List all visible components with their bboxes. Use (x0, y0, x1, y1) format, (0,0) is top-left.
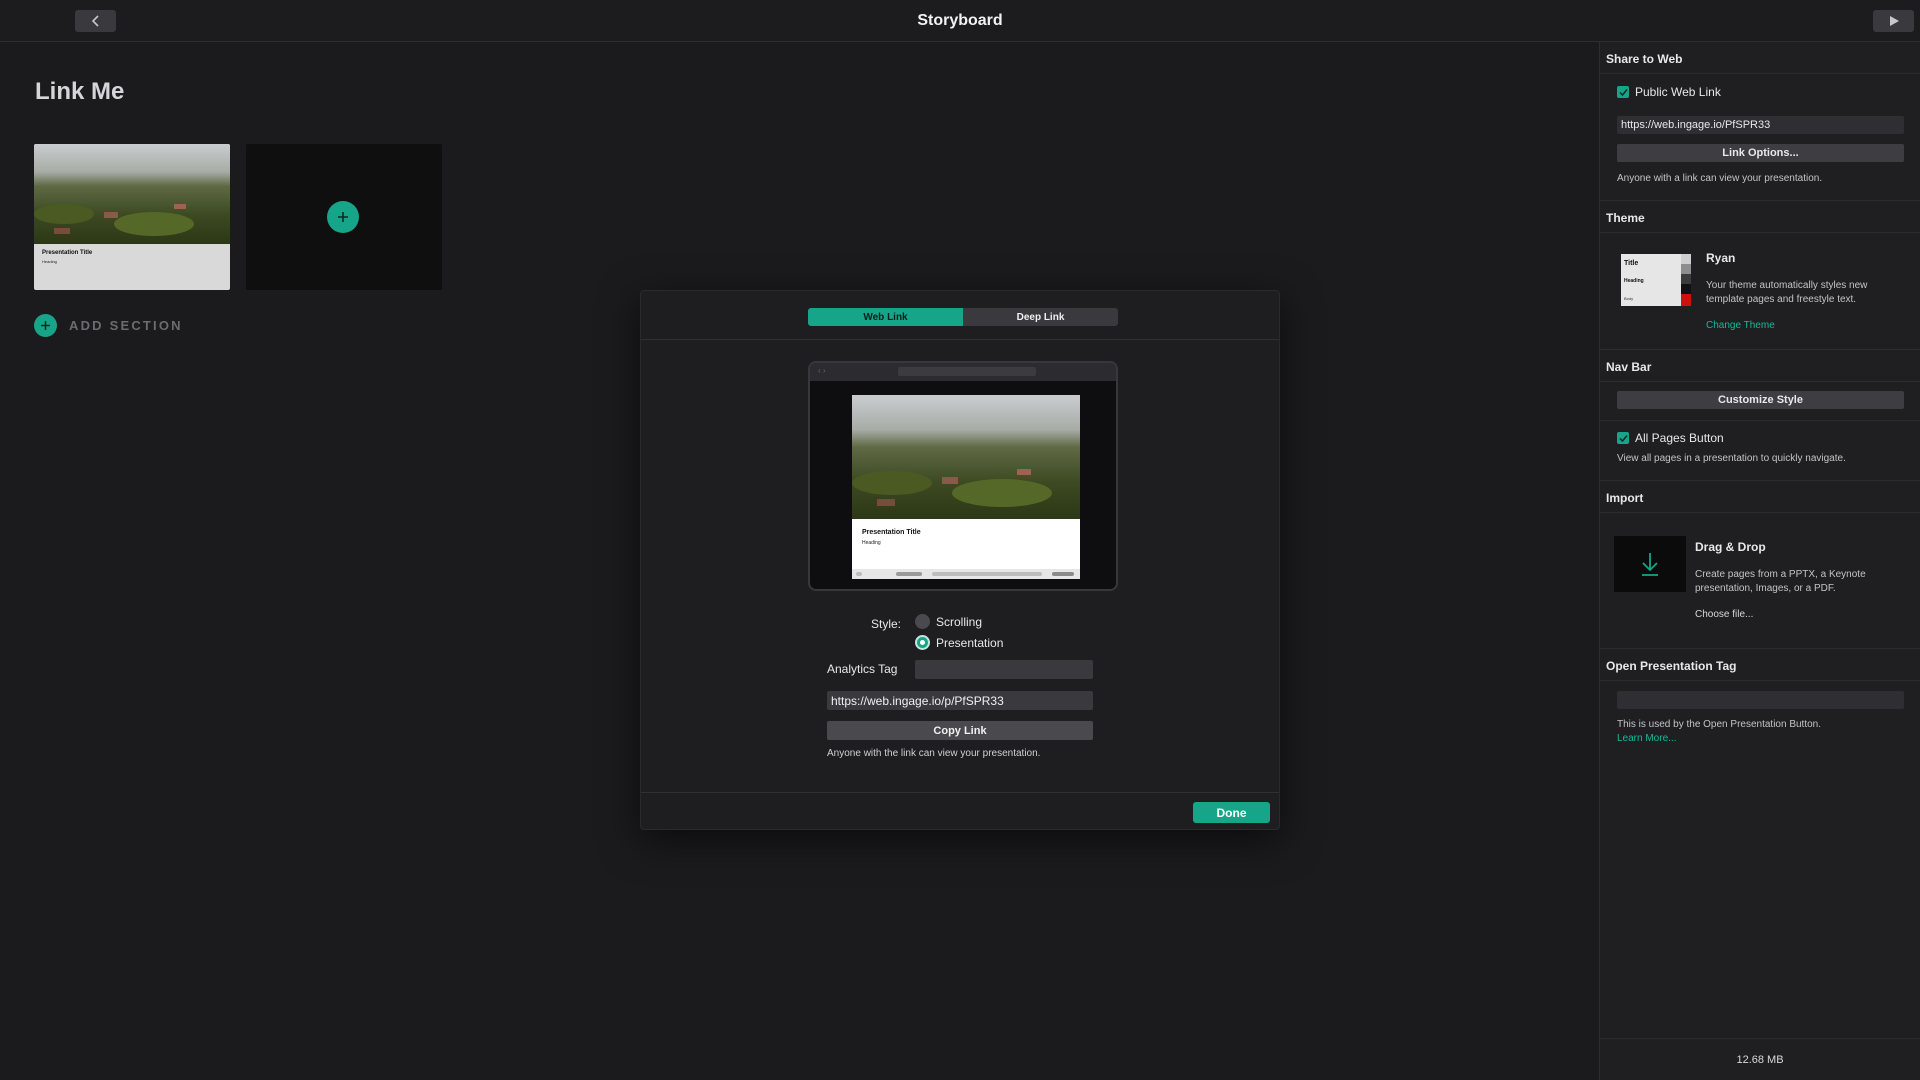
import-drop-zone[interactable] (1614, 536, 1686, 592)
style-option-presentation[interactable]: Presentation (915, 635, 1003, 650)
tab-deep-link[interactable]: Deep Link (963, 308, 1118, 326)
change-theme-link[interactable]: Change Theme (1706, 320, 1775, 331)
choose-file-link[interactable]: Choose file... (1695, 609, 1753, 620)
section-divider (1600, 480, 1920, 481)
open-presentation-tag-heading: Open Presentation Tag (1606, 659, 1737, 673)
theme-description: Your theme automatically styles new temp… (1706, 280, 1868, 305)
add-section-button[interactable]: ADD SECTION (34, 314, 183, 337)
tab-web-link[interactable]: Web Link (808, 308, 963, 326)
open-tag-note: This is used by the Open Presentation Bu… (1617, 719, 1822, 730)
theme-swatch (1681, 294, 1691, 306)
web-link-url-field[interactable]: https://web.ingage.io/p/PfSPR33 (827, 691, 1093, 710)
import-description: Create pages from a PPTX, a Keynote pres… (1695, 569, 1866, 594)
play-button[interactable] (1873, 10, 1914, 32)
browser-nav-icon: ‹ › (818, 366, 826, 375)
share-link-dialog: Web Link Deep Link ‹ › Presentation Titl… (640, 290, 1280, 830)
theme-thumbnail[interactable]: Title Heading Body (1621, 254, 1691, 306)
window-title: Storyboard (917, 12, 1003, 29)
preview-nav-bar (852, 569, 1080, 579)
section-divider (1600, 680, 1920, 681)
style-option-label: Presentation (936, 635, 1004, 650)
radio-selected-icon (915, 635, 930, 650)
theme-thumb-body: Body (1624, 296, 1634, 301)
public-web-link-label: Public Web Link (1635, 85, 1721, 99)
thumbnail-heading: Heading (42, 259, 57, 264)
theme-name: Ryan (1706, 251, 1736, 265)
section-divider (1600, 73, 1920, 74)
add-section-icon (34, 314, 57, 337)
page-thumbnail[interactable]: Presentation Title Heading (34, 144, 230, 290)
title-bar: Storyboard (0, 0, 1920, 42)
preview-slide: Presentation Title Heading (852, 395, 1080, 579)
style-label: Style: (871, 617, 902, 631)
analytics-tag-label: Analytics Tag (827, 662, 898, 676)
drag-drop-title: Drag & Drop (1695, 540, 1766, 554)
page-title[interactable]: Link Me (35, 78, 124, 106)
import-heading: Import (1606, 491, 1644, 505)
checkmark-icon (1618, 434, 1628, 442)
preview-title: Presentation Title (862, 529, 921, 536)
analytics-tag-input[interactable] (915, 660, 1093, 679)
section-divider (1600, 349, 1920, 350)
dialog-divider (641, 792, 1279, 793)
link-note: Anyone with the link can view your prese… (827, 748, 1041, 759)
add-section-label: ADD SECTION (69, 318, 183, 333)
theme-swatch (1681, 284, 1691, 294)
theme-swatch (1681, 254, 1691, 264)
style-option-label: Scrolling (936, 614, 983, 629)
browser-url-bar (898, 367, 1036, 376)
link-type-tabs: Web Link Deep Link (808, 308, 1118, 326)
section-divider (1600, 512, 1920, 513)
checkmark-icon (1618, 88, 1628, 96)
preview-photo (852, 395, 1080, 519)
browser-chrome: ‹ › (810, 363, 1116, 381)
play-icon (1889, 16, 1899, 26)
add-page-button[interactable] (327, 201, 359, 233)
download-arrow-icon (1642, 553, 1658, 576)
all-pages-button-label: All Pages Button (1635, 431, 1724, 445)
inspector-panel: Share to Web Public Web Link https://web… (1599, 42, 1920, 1080)
section-divider (1600, 420, 1920, 421)
add-page-placeholder[interactable] (246, 144, 442, 290)
theme-swatch (1681, 274, 1691, 284)
preview-heading: Heading (862, 540, 881, 546)
theme-heading: Theme (1606, 211, 1645, 225)
public-url-field[interactable]: https://web.ingage.io/PfSPR33 (1617, 116, 1904, 134)
copy-link-button[interactable]: Copy Link (827, 721, 1093, 740)
share-to-web-heading: Share to Web (1606, 52, 1683, 66)
section-divider (1600, 381, 1920, 382)
thumbnail-title: Presentation Title (42, 250, 93, 256)
open-presentation-tag-input[interactable] (1617, 691, 1904, 709)
section-divider (1600, 232, 1920, 233)
theme-thumb-title: Title (1624, 260, 1639, 267)
nav-bar-heading: Nav Bar (1606, 360, 1652, 374)
theme-swatch (1681, 264, 1691, 274)
file-size-label: 12.68 MB (1736, 1054, 1784, 1066)
radio-icon (915, 614, 930, 629)
public-web-link-checkbox[interactable] (1617, 86, 1629, 98)
learn-more-link[interactable]: Learn More... (1617, 733, 1676, 744)
section-divider (1600, 200, 1920, 201)
dialog-divider (641, 339, 1279, 340)
section-divider (1600, 648, 1920, 649)
theme-thumb-heading: Heading (1624, 278, 1644, 284)
done-button[interactable]: Done (1193, 802, 1270, 823)
nav-bar-note: View all pages in a presentation to quic… (1617, 453, 1846, 464)
all-pages-button-checkbox[interactable] (1617, 432, 1629, 444)
section-divider (1600, 1038, 1920, 1039)
share-note: Anyone with a link can view your present… (1617, 173, 1823, 184)
aerial-photo (34, 144, 230, 244)
link-options-button[interactable]: Link Options... (1617, 144, 1904, 162)
plus-icon (338, 212, 348, 222)
style-option-scrolling[interactable]: Scrolling (915, 614, 982, 629)
browser-preview: ‹ › Presentation Title Heading (808, 361, 1118, 591)
customize-style-button[interactable]: Customize Style (1617, 391, 1904, 409)
